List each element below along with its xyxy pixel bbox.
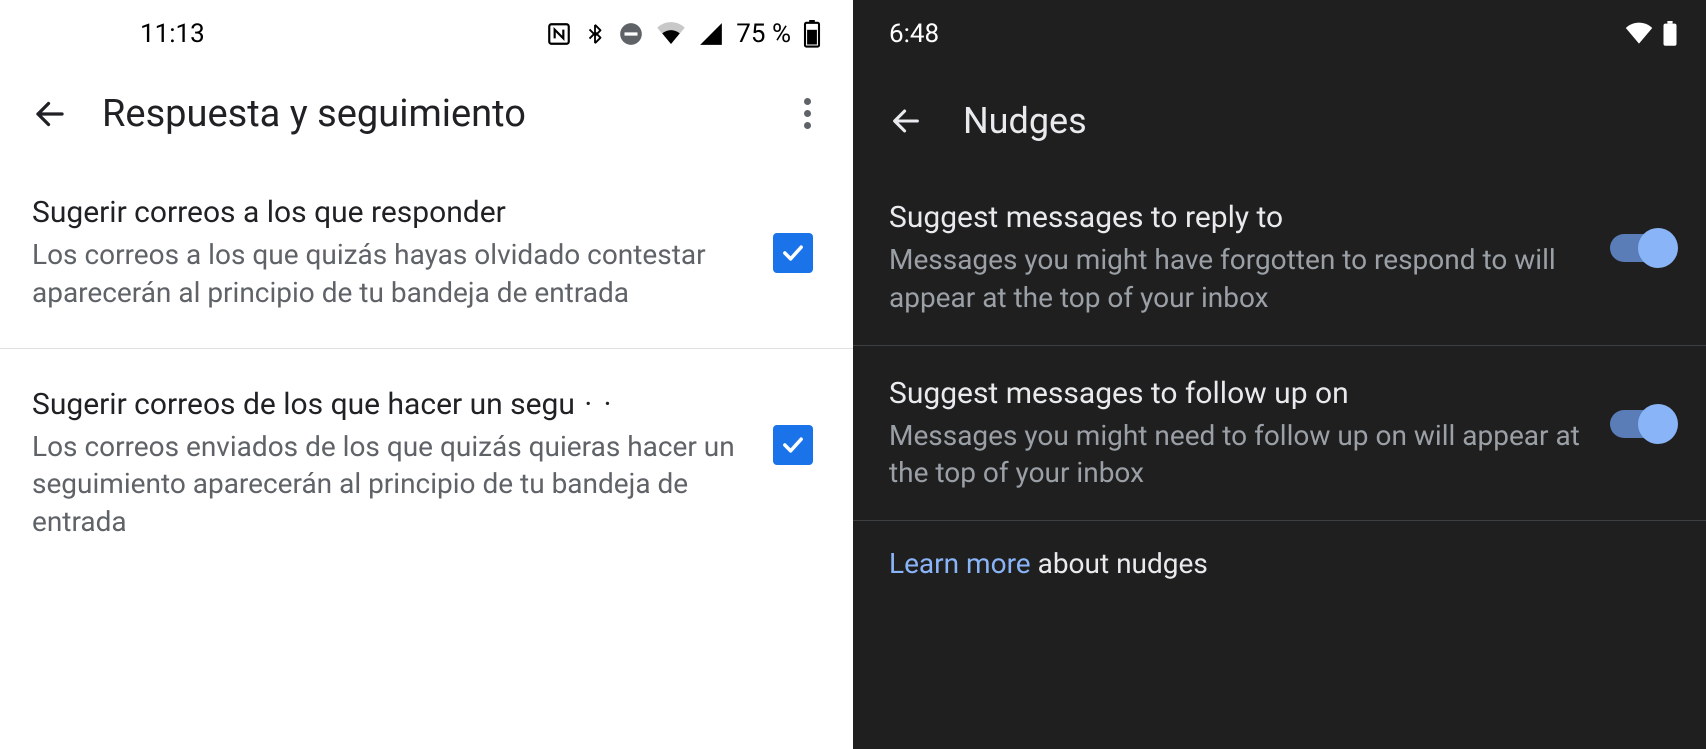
- learn-more-row[interactable]: Learn more about nudges: [853, 521, 1706, 606]
- setting-suggest-followup[interactable]: Suggest messages to follow up on Message…: [853, 346, 1706, 521]
- wifi-icon: [656, 21, 686, 47]
- battery-icon: [1662, 21, 1678, 47]
- setting-title: Suggest messages to follow up on: [889, 374, 1586, 413]
- checkbox-checked[interactable]: [773, 425, 813, 465]
- overflow-menu-icon[interactable]: [790, 90, 825, 137]
- signal-icon: [698, 21, 724, 47]
- setting-suggest-followup[interactable]: Sugerir correos de los que hacer un segu…: [0, 357, 853, 569]
- setting-suggest-reply[interactable]: Sugerir correos a los que responder Los …: [0, 165, 853, 340]
- dnd-icon: [618, 21, 644, 47]
- setting-title: Sugerir correos de los que hacer un segu: [32, 385, 749, 424]
- back-icon[interactable]: [889, 104, 923, 138]
- wifi-icon: [1624, 22, 1654, 46]
- setting-suggest-reply[interactable]: Suggest messages to reply to Messages yo…: [853, 170, 1706, 345]
- setting-title: Suggest messages to reply to: [889, 198, 1586, 237]
- status-bar: 6:48: [853, 0, 1706, 62]
- page-title: Respuesta y seguimiento: [102, 92, 756, 136]
- screen-dark: 6:48 Nudges Suggest messages to reply to…: [853, 0, 1706, 749]
- back-icon[interactable]: [32, 96, 68, 132]
- settings-list: Sugerir correos a los que responder Los …: [0, 165, 853, 569]
- toggle-on[interactable]: [1610, 234, 1672, 262]
- checkbox-checked[interactable]: [773, 233, 813, 273]
- learn-more-link[interactable]: Learn more: [889, 547, 1031, 580]
- battery-icon: [803, 20, 821, 48]
- learn-more-text: about nudges: [1031, 547, 1208, 580]
- status-bar: 11:13 75 %: [0, 0, 853, 62]
- status-time: 6:48: [889, 19, 939, 49]
- settings-list: Suggest messages to reply to Messages yo…: [853, 170, 1706, 606]
- setting-desc: Los correos a los que quizás hayas olvid…: [32, 236, 749, 312]
- setting-desc: Messages you might have forgotten to res…: [889, 241, 1586, 317]
- app-bar: Respuesta y seguimiento: [0, 62, 853, 165]
- setting-desc: Messages you might need to follow up on …: [889, 417, 1586, 493]
- toggle-on[interactable]: [1610, 410, 1672, 438]
- app-bar: Nudges: [853, 62, 1706, 170]
- setting-title: Sugerir correos a los que responder: [32, 193, 749, 232]
- nfc-icon: [546, 21, 572, 47]
- page-title: Nudges: [963, 100, 1678, 142]
- screen-light: 11:13 75 % Re: [0, 0, 853, 749]
- bluetooth-icon: [584, 21, 606, 47]
- battery-percent: 75 %: [736, 19, 791, 49]
- setting-desc: Los correos enviados de los que quizás q…: [32, 428, 749, 541]
- divider: [0, 348, 853, 349]
- status-time: 11:13: [140, 19, 205, 49]
